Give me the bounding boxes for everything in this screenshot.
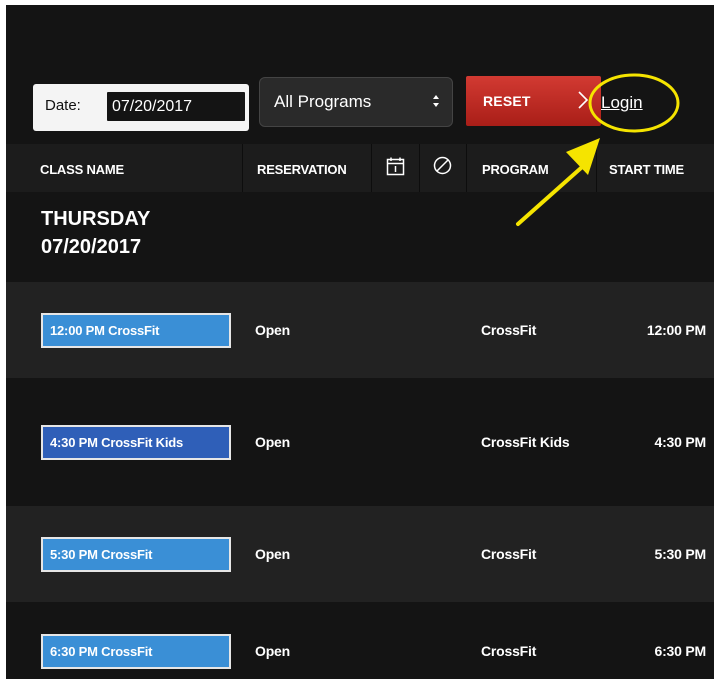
reservation-cell: Open (255, 546, 290, 562)
column-header-program[interactable]: PROGRAM (482, 162, 549, 177)
start-time-cell: 6:30 PM (654, 643, 706, 659)
column-header-start-time[interactable]: START TIME (609, 162, 684, 177)
table-row: 5:30 PM CrossFit Open CrossFit 5:30 PM (6, 506, 714, 602)
day-heading-weekday: THURSDAY (41, 208, 151, 230)
table-row: 6:30 PM CrossFit Open CrossFit 6:30 PM (6, 602, 714, 679)
table-row: 12:00 PM CrossFit Open CrossFit 12:00 PM (6, 282, 714, 378)
date-filter: Date: 07/20/2017 (33, 84, 249, 131)
chevron-right-icon (578, 91, 589, 109)
program-cell: CrossFit (481, 643, 537, 659)
column-header-class-name[interactable]: CLASS NAME (40, 162, 124, 177)
program-select[interactable]: All Programs (259, 77, 453, 127)
reservation-cell: Open (255, 434, 290, 450)
reset-button[interactable]: RESET (466, 76, 601, 126)
day-heading-date: 07/20/2017 (41, 236, 142, 258)
start-time-cell: 5:30 PM (654, 546, 706, 562)
program-cell: CrossFit (481, 322, 537, 338)
program-select-value: All Programs (274, 92, 372, 111)
day-heading: THURSDAY 07/20/2017 (41, 205, 150, 261)
date-input[interactable]: 07/20/2017 (107, 92, 245, 121)
program-cell: CrossFit Kids (481, 434, 570, 450)
column-divider (242, 144, 243, 192)
column-divider (419, 144, 420, 192)
reservation-cell: Open (255, 643, 290, 659)
class-button[interactable]: 5:30 PM CrossFit (41, 537, 231, 572)
start-time-cell: 12:00 PM (646, 322, 706, 338)
prohibit-icon[interactable] (432, 155, 453, 176)
class-button[interactable]: 4:30 PM CrossFit Kids (41, 425, 231, 460)
column-header-reservation[interactable]: RESERVATION (257, 162, 347, 177)
select-arrows-icon (433, 95, 439, 107)
schedule-page: Date: 07/20/2017 All Programs RESET Logi… (6, 5, 714, 679)
column-divider (466, 144, 467, 192)
calendar-icon[interactable] (386, 157, 405, 176)
start-time-cell: 4:30 PM (654, 434, 706, 450)
column-divider (596, 144, 597, 192)
column-divider (371, 144, 372, 192)
reset-label: RESET (483, 93, 531, 109)
reservation-cell: Open (255, 322, 290, 338)
class-button[interactable]: 6:30 PM CrossFit (41, 634, 231, 669)
table-row: 4:30 PM CrossFit Kids Open CrossFit Kids… (6, 378, 714, 474)
login-link[interactable]: Login (601, 93, 643, 113)
date-label: Date: (45, 97, 81, 114)
program-cell: CrossFit (481, 546, 537, 562)
table-header: CLASS NAME RESERVATION PROGRAM START TIM… (6, 144, 714, 192)
class-button[interactable]: 12:00 PM CrossFit (41, 313, 231, 348)
